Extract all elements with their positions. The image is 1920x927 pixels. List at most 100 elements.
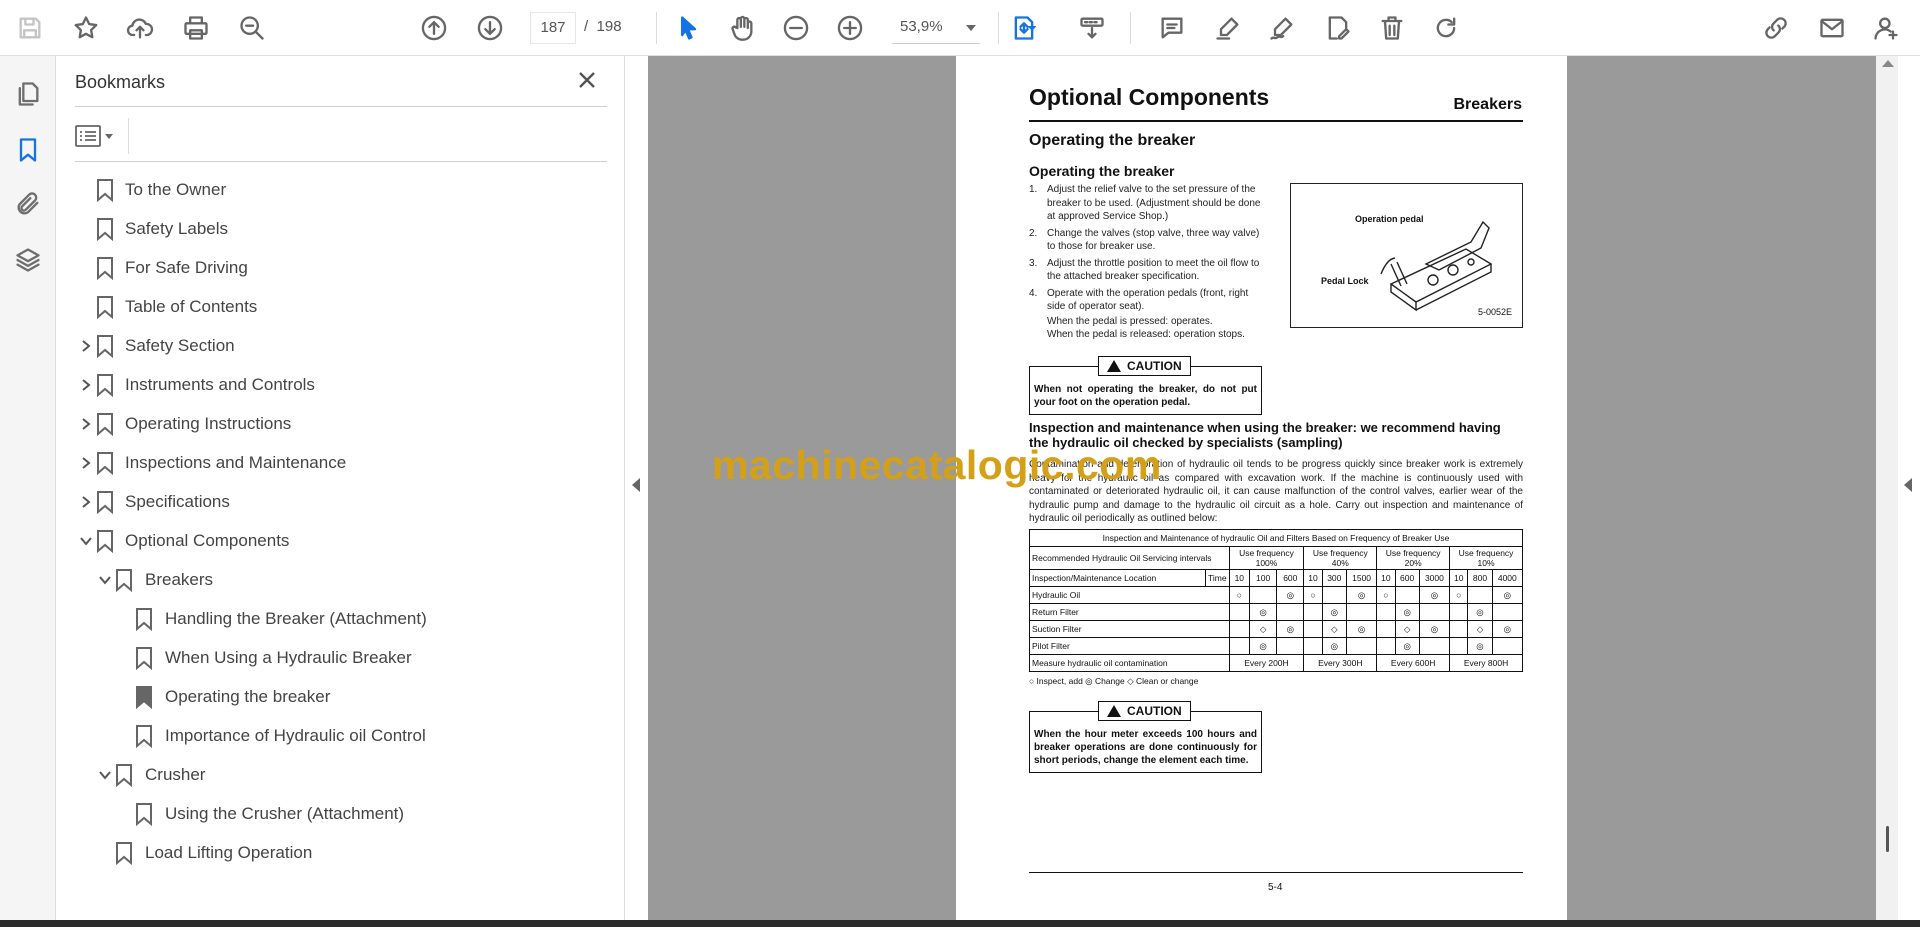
table-header: Recommended Hydraulic Oil Servicing inte… xyxy=(1029,546,1230,570)
divider xyxy=(75,161,607,162)
attachments-icon[interactable] xyxy=(8,184,48,224)
table-cell: 10 xyxy=(1449,569,1469,587)
bookmark-item[interactable]: For Safe Driving xyxy=(57,248,617,287)
bookmark-icon xyxy=(96,256,114,280)
print-icon[interactable] xyxy=(176,8,216,48)
share-link-icon[interactable] xyxy=(1756,8,1796,48)
bookmark-icon xyxy=(115,763,133,787)
bookmark-item[interactable]: Table of Contents xyxy=(57,287,617,326)
layers-icon[interactable] xyxy=(8,240,48,280)
table-cell: ◇ xyxy=(1467,620,1493,638)
arrow-up-circle-icon[interactable] xyxy=(414,8,454,48)
bookmark-item[interactable]: Safety Section xyxy=(57,326,617,365)
table-cell xyxy=(1449,620,1469,638)
chevron-down-icon[interactable] xyxy=(77,532,95,550)
table-cell: 300 xyxy=(1321,569,1347,587)
table-cell xyxy=(1249,586,1278,604)
scroll-mode-icon[interactable] xyxy=(1072,8,1112,48)
table-cell: 3000 xyxy=(1418,569,1451,587)
navigation-rail xyxy=(0,56,56,920)
bookmark-item[interactable]: Operating the breaker xyxy=(57,677,617,716)
account-icon[interactable] xyxy=(1866,8,1906,48)
bookmark-item[interactable]: Using the Crusher (Attachment) xyxy=(57,794,617,833)
bookmark-icon xyxy=(96,451,114,475)
table-cell: 600 xyxy=(1276,569,1305,587)
pages-icon[interactable] xyxy=(8,74,48,114)
rotate-icon[interactable] xyxy=(1426,8,1466,48)
trash-icon[interactable] xyxy=(1372,8,1412,48)
table-cell: ◎ xyxy=(1394,637,1420,655)
bookmark-item[interactable]: Specifications xyxy=(57,482,617,521)
chevron-right-icon[interactable] xyxy=(77,493,95,511)
upload-cloud-icon[interactable] xyxy=(120,8,160,48)
mail-icon[interactable] xyxy=(1812,8,1852,48)
bookmark-item[interactable]: Optional Components xyxy=(57,521,617,560)
table-cell: ◎ xyxy=(1467,637,1493,655)
star-icon[interactable] xyxy=(66,8,106,48)
page-number-input[interactable]: 187 xyxy=(530,12,576,44)
collapse-left-panel-icon[interactable] xyxy=(632,478,640,492)
arrow-down-circle-icon[interactable] xyxy=(470,8,510,48)
warning-icon xyxy=(1107,705,1121,717)
table-cell: ◎ xyxy=(1276,586,1305,604)
bookmark-item[interactable]: Importance of Hydraulic oil Control xyxy=(57,716,617,755)
plus-circle-icon[interactable] xyxy=(830,8,870,48)
table-cell xyxy=(1418,637,1451,655)
bookmark-icon xyxy=(96,217,114,241)
bookmark-item[interactable]: Handling the Breaker (Attachment) xyxy=(57,599,617,638)
bookmark-item[interactable]: Operating Instructions xyxy=(57,404,617,443)
table-cell xyxy=(1303,620,1323,638)
toolbar: 187 / 198 53,9% xyxy=(0,0,1920,56)
fill-sign-icon[interactable] xyxy=(1318,8,1358,48)
chevron-down-icon[interactable] xyxy=(96,571,114,589)
bookmark-item[interactable]: Instruments and Controls xyxy=(57,365,617,404)
table-cell: ○ xyxy=(1376,586,1396,604)
bookmarks-icon[interactable] xyxy=(8,130,48,170)
zoom-search-icon[interactable] xyxy=(232,8,272,48)
bookmark-item[interactable]: Crusher xyxy=(57,755,617,794)
chevron-down-icon xyxy=(105,133,113,139)
bookmark-item[interactable]: Breakers xyxy=(57,560,617,599)
bookmark-icon xyxy=(135,802,153,826)
chevron-right-icon[interactable] xyxy=(77,415,95,433)
chevron-down-icon[interactable] xyxy=(96,766,114,784)
table-row: Return Filter ◎ ◎ ◎ ◎ xyxy=(1029,603,1524,621)
pen-sign-icon[interactable] xyxy=(1262,8,1302,48)
table-header: Use frequency 40% xyxy=(1303,546,1378,570)
scrollbar-thumb[interactable] xyxy=(1886,826,1889,852)
bookmark-item[interactable]: To the Owner xyxy=(57,170,617,209)
page-section: Breakers xyxy=(1453,96,1523,113)
table-cell: ◎ xyxy=(1491,586,1524,604)
cursor-arrow-icon[interactable] xyxy=(668,8,708,48)
table-cell xyxy=(1376,637,1396,655)
bookmark-label: Breakers xyxy=(145,569,214,589)
comment-icon[interactable] xyxy=(1152,8,1192,48)
zoom-dropdown[interactable]: 53,9% xyxy=(892,12,980,44)
bookmark-item[interactable]: Safety Labels xyxy=(57,209,617,248)
highlighter-icon[interactable] xyxy=(1208,8,1248,48)
minus-circle-icon[interactable] xyxy=(776,8,816,48)
chevron-down-icon[interactable] xyxy=(1022,8,1042,48)
header-rule xyxy=(1029,120,1523,122)
table-row: Recommended Hydraulic Oil Servicing inte… xyxy=(1029,546,1523,570)
table-cell: 4000 xyxy=(1491,569,1524,587)
bookmark-label: Instruments and Controls xyxy=(125,374,315,394)
scroll-up-arrow-icon[interactable] xyxy=(1882,60,1894,67)
bookmark-item[interactable]: Load Lifting Operation xyxy=(57,833,617,872)
save-icon[interactable] xyxy=(10,8,50,48)
close-icon[interactable] xyxy=(575,68,605,98)
list-item: 3. Adjust the throttle position to meet t… xyxy=(1029,257,1260,283)
chevron-right-icon[interactable] xyxy=(77,337,95,355)
bookmark-icon xyxy=(115,568,133,592)
table-cell: 10 xyxy=(1303,569,1323,587)
bookmark-item[interactable]: Inspections and Maintenance xyxy=(57,443,617,482)
vertical-scrollbar[interactable] xyxy=(1876,56,1898,920)
hand-icon[interactable] xyxy=(722,8,762,48)
bookmark-options-button[interactable] xyxy=(75,120,123,152)
chevron-right-icon[interactable] xyxy=(77,376,95,394)
table-cell: Measure hydraulic oil contamination xyxy=(1029,654,1230,672)
chevron-right-icon[interactable] xyxy=(77,454,95,472)
table-cell xyxy=(1418,603,1451,621)
expand-right-panel-icon[interactable] xyxy=(1904,478,1912,492)
bookmark-item[interactable]: When Using a Hydraulic Breaker xyxy=(57,638,617,677)
